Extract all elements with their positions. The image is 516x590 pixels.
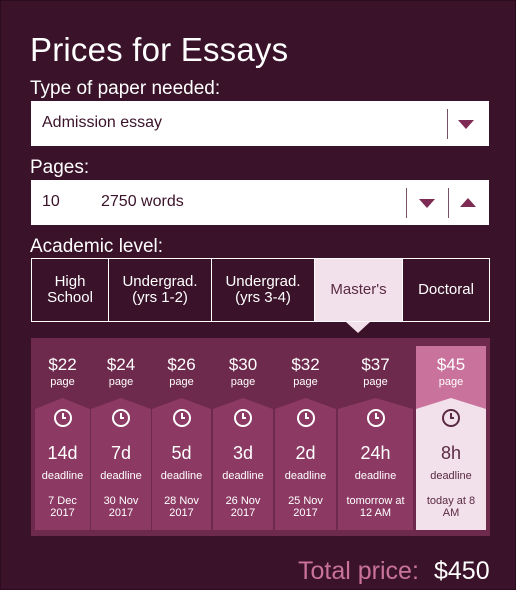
deadline-card[interactable]: $24 page 7d deadline 30 Nov 2017 [91, 346, 151, 530]
deadline-date: 28 Nov 2017 [164, 495, 199, 519]
price-per-page: $37 [361, 355, 390, 374]
level-undergrad-3-4[interactable]: Undergrad. (yrs 3-4) [211, 258, 315, 322]
decrement-icon[interactable] [419, 199, 435, 208]
deadline-card[interactable]: $37 page 24h deadline tomorrow at 12 AM [338, 346, 413, 530]
deadline-duration: 24h [360, 443, 391, 463]
deadline-label: deadline [354, 470, 397, 482]
selection-pointer [346, 322, 370, 333]
select-divider [447, 109, 448, 139]
clock-icon [296, 409, 315, 427]
deadline-card[interactable]: $26 page 5d deadline 28 Nov 2017 [152, 346, 211, 530]
level-high-school[interactable]: High School [31, 258, 109, 322]
deadline-duration: 5d [171, 443, 192, 463]
price-unit: page [230, 376, 256, 388]
deadline-card[interactable]: $22 page 14d deadline 7 Dec 2017 [35, 346, 90, 530]
deadline-date: 26 Nov 2017 [225, 495, 261, 519]
deadline-card[interactable]: $30 page 3d deadline 26 Nov 2017 [213, 346, 273, 530]
price-per-page: $24 [106, 355, 136, 374]
paper-type-value: Admission essay [42, 114, 163, 131]
clock-icon [172, 409, 191, 427]
stepper-divider [406, 188, 407, 218]
deadline-label: deadline [100, 470, 142, 482]
price-per-page: $45 [436, 355, 466, 374]
deadline-date: 7 Dec 2017 [48, 495, 77, 519]
price-per-page: $22 [48, 355, 77, 374]
price-calculator: Prices for Essays Type of paper needed: … [0, 0, 516, 590]
price-unit: page [438, 376, 464, 388]
deadline-date: tomorrow at 12 AM [346, 495, 405, 519]
clock-icon [366, 409, 385, 427]
page-title: Prices for Essays [30, 31, 289, 68]
price-unit: page [50, 376, 75, 388]
deadline-label: deadline [41, 470, 84, 482]
pages-words: 2750 words [101, 193, 184, 210]
price-unit: page [108, 376, 134, 388]
deadline-duration: 2d [295, 443, 316, 463]
academic-level-label: Academic level: [30, 236, 164, 257]
paper-type-select[interactable]: Admission essay [31, 101, 489, 146]
deadline-date: 25 Nov 2017 [288, 495, 323, 519]
price-unit: page [293, 376, 318, 388]
level-doctoral[interactable]: Doctoral [402, 258, 490, 322]
deadline-date: today at 8 AM [426, 495, 476, 519]
total-price-label: Total price: [298, 557, 419, 585]
clock-icon [53, 409, 72, 427]
increment-icon[interactable] [460, 198, 476, 207]
price-unit: page [169, 376, 194, 388]
deadline-duration: 14d [47, 443, 78, 463]
clock-icon [112, 409, 130, 427]
deadline-label: deadline [160, 470, 203, 482]
deadline-label: deadline [430, 470, 472, 482]
deadline-options: $22 page 14d deadline 7 Dec 2017 $24 pag… [31, 338, 490, 536]
price-per-page: $26 [167, 355, 196, 374]
paper-type-label: Type of paper needed: [30, 78, 221, 99]
deadline-date: 30 Nov 2017 [103, 495, 139, 519]
level-masters[interactable]: Master's [314, 258, 403, 322]
academic-level-tabs: High School Undergrad. (yrs 1-2) Undergr… [31, 258, 490, 322]
clock-icon [442, 409, 460, 427]
pages-label: Pages: [30, 157, 90, 178]
price-per-page: $30 [228, 355, 258, 374]
chevron-down-icon[interactable] [458, 120, 474, 129]
price-per-page: $32 [291, 355, 320, 374]
stepper-divider [448, 188, 449, 218]
deadline-card-selected[interactable]: $45 page 8h deadline today at 8 AM [416, 346, 486, 530]
deadline-card[interactable]: $32 page 2d deadline 25 Nov 2017 [275, 346, 336, 530]
total-price-value: $450 [434, 557, 490, 585]
price-unit: page [363, 376, 388, 388]
level-undergrad-1-2[interactable]: Undergrad. (yrs 1-2) [108, 258, 212, 322]
deadline-label: deadline [284, 470, 327, 482]
deadline-duration: 3d [232, 443, 254, 463]
clock-icon [234, 409, 252, 427]
deadline-duration: 8h [440, 443, 462, 463]
deadline-duration: 7d [110, 443, 132, 463]
deadline-label: deadline [222, 470, 264, 482]
pages-stepper[interactable]: 10 2750 words [31, 180, 489, 225]
pages-count: 10 [42, 193, 60, 210]
